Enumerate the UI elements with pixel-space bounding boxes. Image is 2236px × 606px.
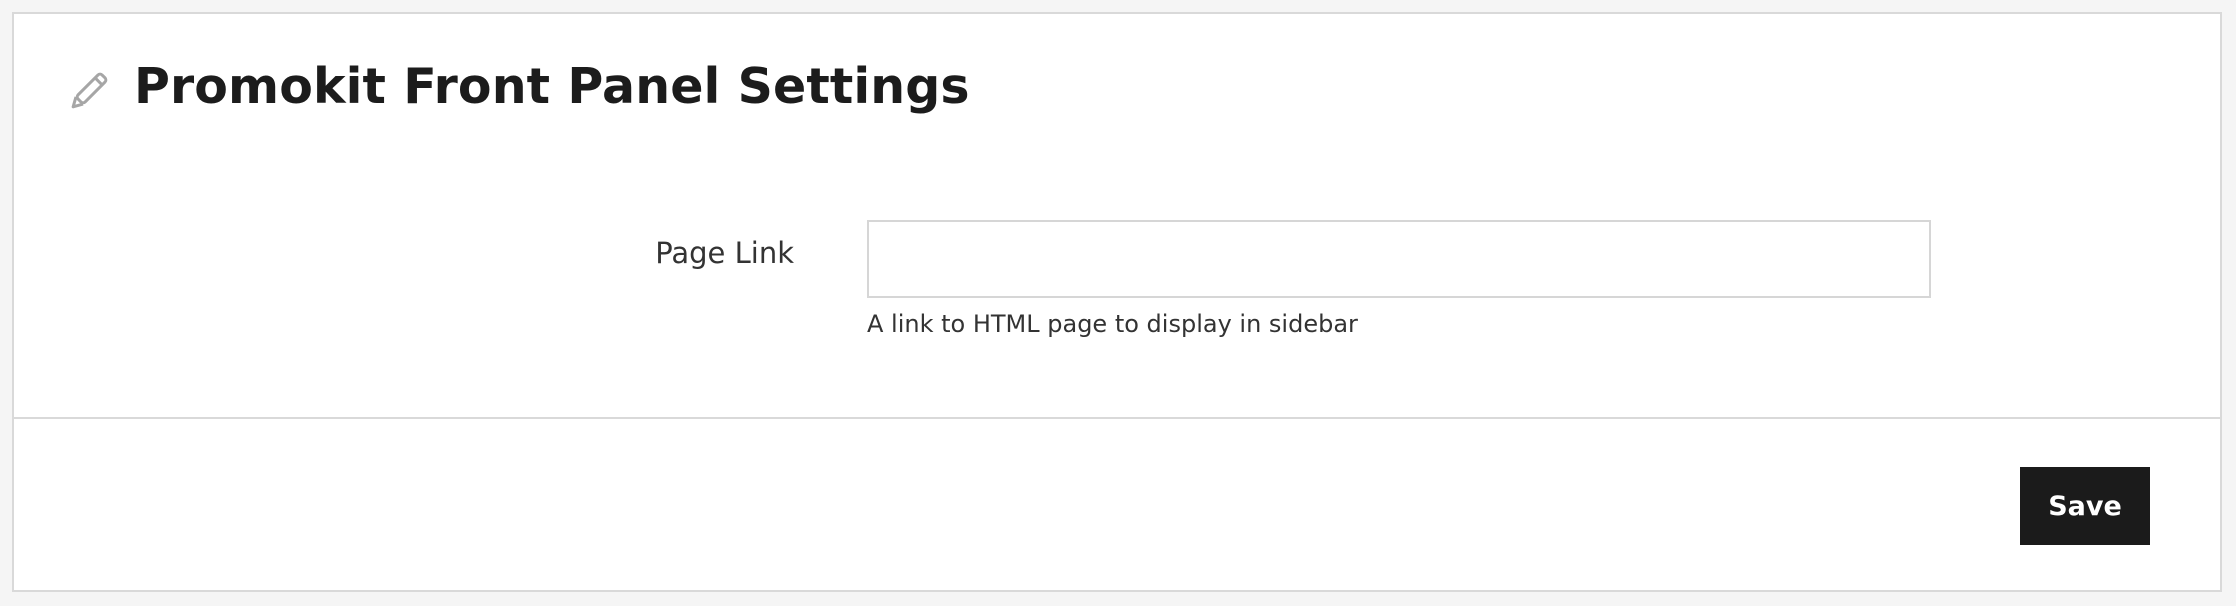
- page-link-form-row: Page Link A link to HTML page to display…: [14, 206, 2220, 356]
- page-title: Promokit Front Panel Settings: [134, 58, 970, 115]
- page-link-label: Page Link: [655, 236, 794, 270]
- pencil-icon: [64, 68, 112, 116]
- save-button[interactable]: Save: [2020, 467, 2150, 545]
- panel-footer: Save: [14, 419, 2220, 592]
- panel-header: Promokit Front Panel Settings: [14, 14, 2220, 174]
- page-link-input[interactable]: [867, 220, 1931, 298]
- page-link-help-text: A link to HTML page to display in sideba…: [867, 310, 1358, 338]
- settings-panel: Promokit Front Panel Settings Page Link …: [12, 12, 2222, 592]
